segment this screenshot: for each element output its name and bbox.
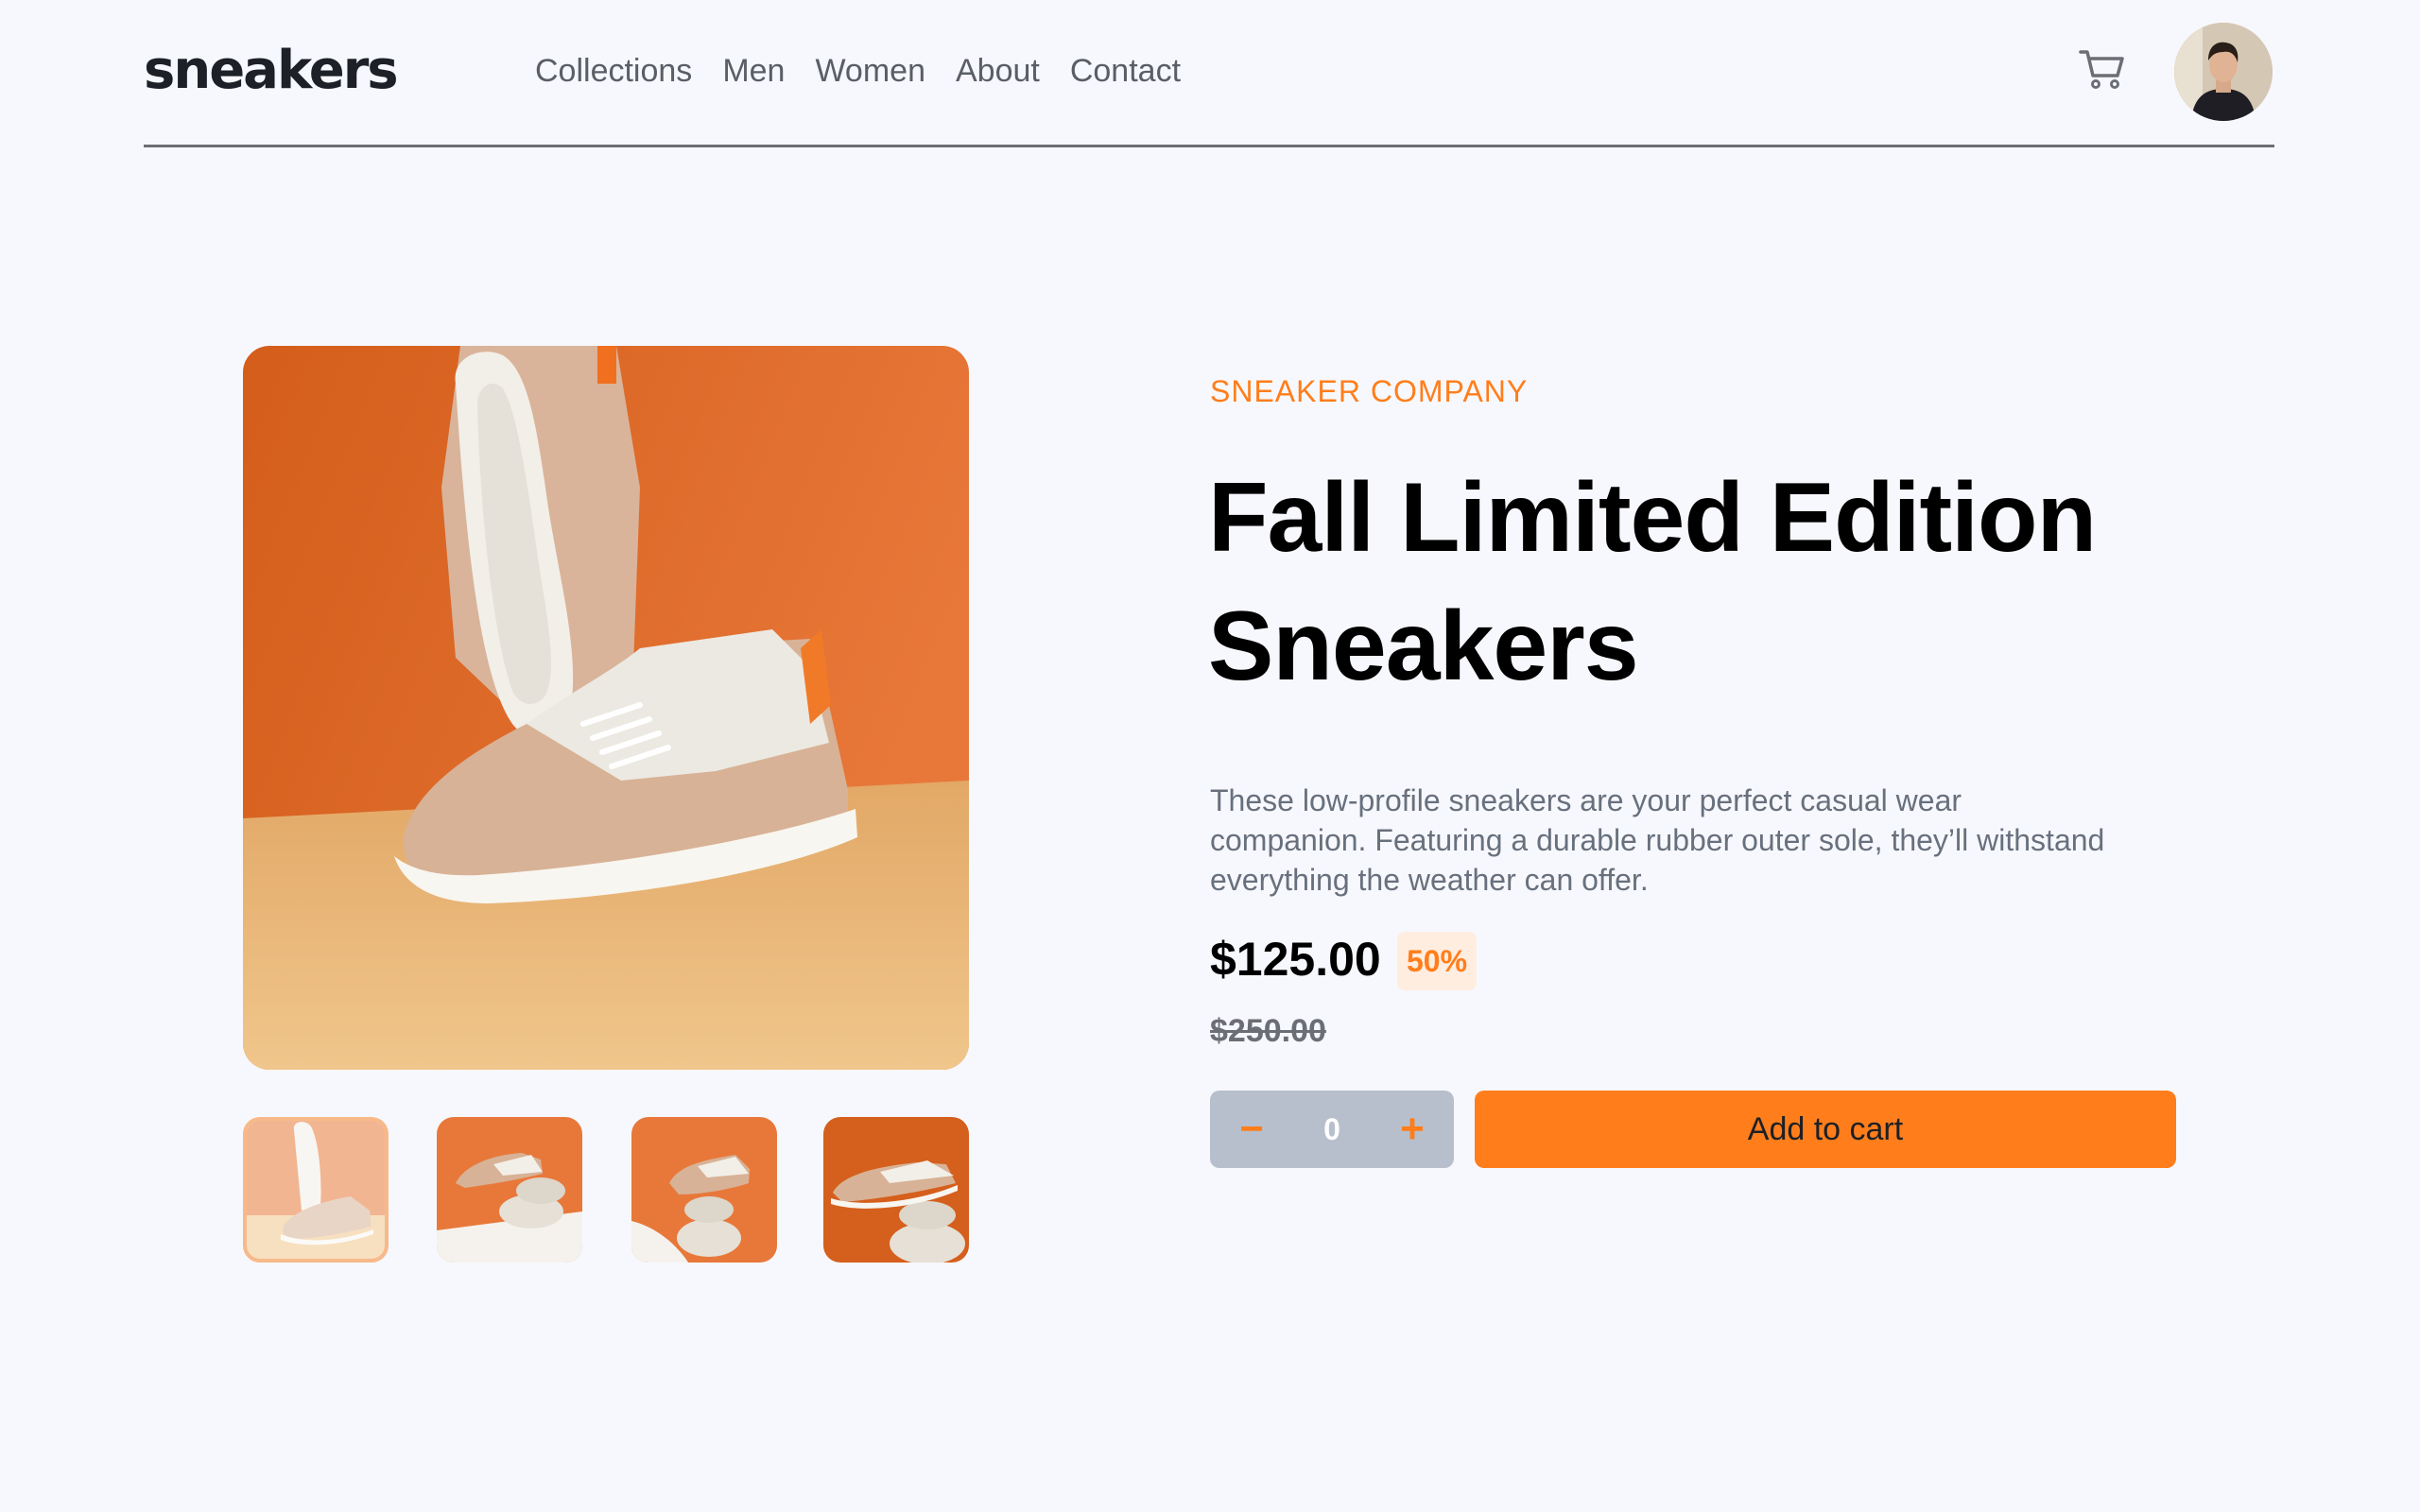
nav-collections[interactable]: Collections — [535, 53, 692, 90]
nav-contact[interactable]: Contact — [1070, 53, 1181, 90]
thumbnail-3[interactable] — [631, 1117, 777, 1263]
nav-women[interactable]: Women — [815, 53, 925, 90]
product-title-line1: Fall Limited Edition — [1208, 463, 2097, 573]
current-price: $125.00 — [1210, 933, 1381, 986]
product-title: Fall Limited Edition Sneakers — [1208, 454, 2248, 711]
nav-men[interactable]: Men — [722, 53, 785, 90]
thumbnail-2[interactable] — [437, 1117, 582, 1263]
site-header: sneakers Collections Men Women About Con… — [144, 0, 2274, 147]
product-title-line2: Sneakers — [1208, 592, 1639, 701]
quantity-stepper: − 0 + — [1210, 1091, 1454, 1168]
discount-badge: 50% — [1397, 932, 1477, 990]
minus-icon[interactable]: − — [1214, 1091, 1289, 1168]
original-price: $250.00 — [1210, 1013, 1326, 1049]
main-nav: Collections Men Women About Contact — [535, 53, 1181, 90]
cart-icon[interactable] — [2078, 47, 2127, 91]
nav-about[interactable]: About — [956, 53, 1040, 90]
logo[interactable]: sneakers — [144, 40, 399, 101]
plus-icon[interactable]: + — [1374, 1091, 1450, 1168]
quantity-value: 0 — [1323, 1111, 1340, 1146]
product-description: These low-profile sneakers are your perf… — [1210, 783, 2105, 897]
thumbnail-strip — [243, 1117, 969, 1268]
thumbnail-4[interactable] — [823, 1117, 969, 1263]
user-avatar[interactable] — [2174, 23, 2273, 121]
product-main-image[interactable] — [243, 346, 969, 1070]
thumbnail-1[interactable] — [243, 1117, 389, 1263]
add-to-cart-button[interactable]: Add to cart — [1475, 1091, 2176, 1168]
brand-label: SNEAKER COMPANY — [1210, 374, 1529, 408]
